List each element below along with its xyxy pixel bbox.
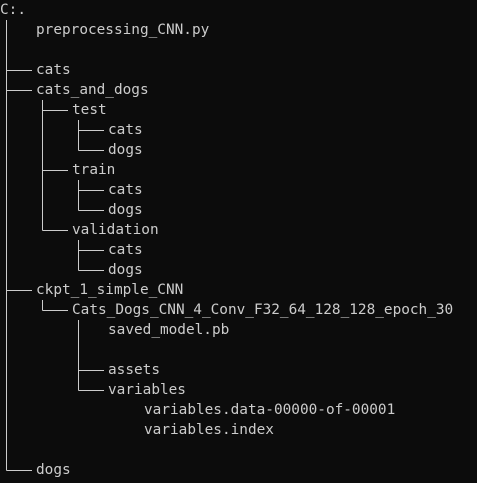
tree-folder-variables: variables bbox=[108, 382, 186, 398]
tree-folder-validation-dogs: dogs bbox=[108, 262, 143, 278]
tree-folder-dogs: dogs bbox=[36, 462, 71, 478]
tree-folder-cats-and-dogs: cats_and_dogs bbox=[36, 82, 149, 98]
tree-folder-train: train bbox=[72, 162, 116, 178]
tree-folder-train-dogs: dogs bbox=[108, 202, 143, 218]
tree-root-drive: C:. bbox=[0, 2, 26, 18]
tree-folder-model: Cats_Dogs_CNN_4_Conv_F32_64_128_128_epoc… bbox=[72, 302, 454, 318]
tree-folder-validation: validation bbox=[72, 222, 159, 238]
terminal-window: C:. preprocessing_CNN.py cats cats_and_d… bbox=[0, 0, 477, 483]
tree-folder-train-cats: cats bbox=[108, 182, 143, 198]
tree-folder-ckpt: ckpt_1_simple_CNN bbox=[36, 282, 184, 298]
tree-file-saved-model: saved_model.pb bbox=[108, 322, 230, 338]
tree-folder-test: test bbox=[72, 102, 107, 118]
tree-folder-validation-cats: cats bbox=[108, 242, 143, 258]
tree-folder-test-dogs: dogs bbox=[108, 142, 143, 158]
tree-folder-test-cats: cats bbox=[108, 122, 143, 138]
tree-file-variables-index: variables.index bbox=[144, 422, 274, 438]
tree-file-variables-data: variables.data-00000-of-00001 bbox=[144, 402, 396, 418]
tree-folder-assets: assets bbox=[108, 362, 160, 378]
tree-file-preprocessing: preprocessing_CNN.py bbox=[36, 22, 210, 38]
tree-folder-cats: cats bbox=[36, 62, 71, 78]
